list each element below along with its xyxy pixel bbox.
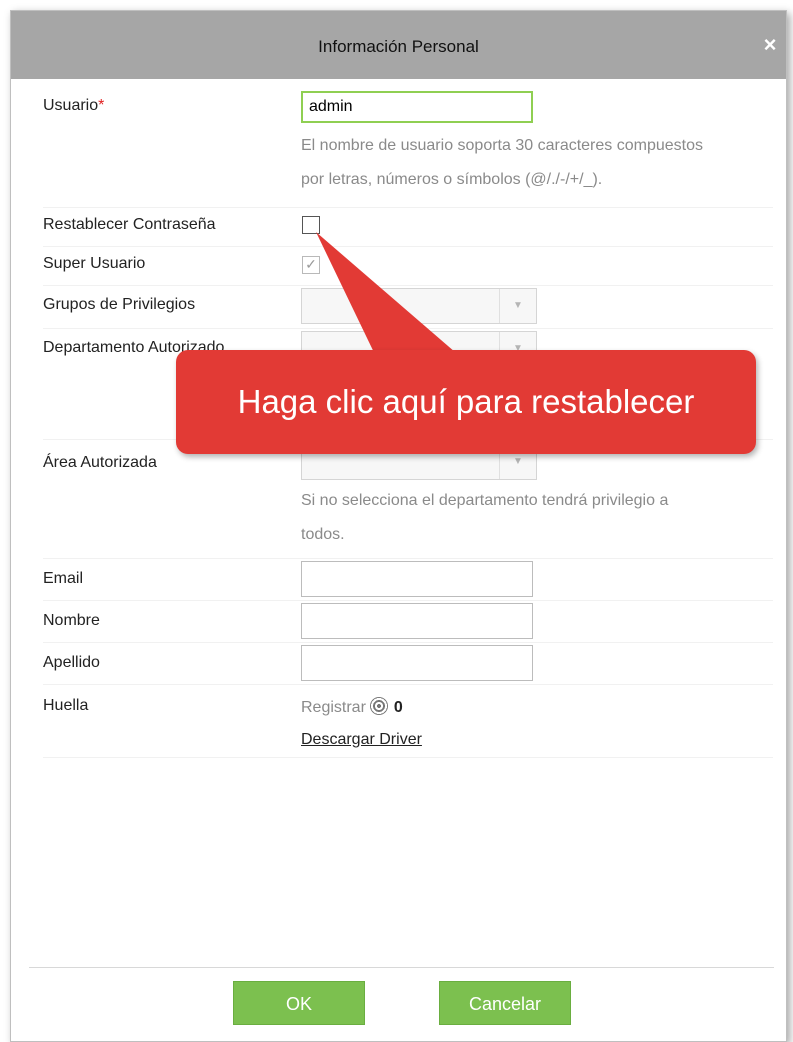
required-marker: * — [98, 97, 105, 114]
huella-row: Huella Registrar 0 Descargar Driver — [43, 685, 773, 758]
personal-info-dialog: Información Personal × Usuario* El nombr… — [10, 10, 787, 1042]
cancel-button[interactable]: Cancelar — [439, 981, 571, 1025]
super-usuario-row: Super Usuario ✓ — [43, 247, 773, 286]
huella-register[interactable]: Registrar 0 — [301, 697, 403, 717]
restablecer-label: Restablecer Contraseña — [43, 216, 216, 233]
area-row: Área Autorizada ▼ Si no selecciona el de… — [43, 440, 773, 559]
area-label: Área Autorizada — [43, 454, 157, 471]
register-text[interactable]: Registrar — [301, 699, 366, 716]
super-usuario-checkbox[interactable]: ✓ — [302, 256, 320, 274]
ok-button[interactable]: OK — [233, 981, 365, 1025]
nombre-label: Nombre — [43, 612, 100, 629]
usuario-row: Usuario* El nombre de usuario soporta 30… — [43, 87, 773, 208]
email-field[interactable] — [301, 561, 533, 597]
grupos-row: Grupos de Privilegios ▼ — [43, 286, 773, 329]
restablecer-row: Restablecer Contraseña — [43, 208, 773, 247]
apellido-label: Apellido — [43, 654, 100, 671]
usuario-hint-line1: El nombre de usuario soporta 30 caracter… — [301, 137, 703, 154]
email-row: Email — [43, 559, 773, 601]
reset-callout: Haga clic aquí para restablecer — [176, 350, 756, 454]
grupos-label: Grupos de Privilegios — [43, 296, 196, 313]
checkmark-icon: ✓ — [305, 256, 317, 272]
area-hint-line2: todos. — [301, 526, 345, 543]
chevron-down-icon: ▼ — [499, 289, 536, 323]
fingerprint-icon — [369, 697, 388, 715]
dialog-titlebar: Información Personal × — [11, 11, 786, 79]
huella-label: Huella — [43, 697, 89, 714]
apellido-field[interactable] — [301, 645, 533, 681]
apellido-row: Apellido — [43, 643, 773, 685]
super-usuario-label: Super Usuario — [43, 255, 146, 272]
footer-divider — [29, 967, 774, 968]
download-driver-link[interactable]: Descargar Driver — [301, 731, 422, 749]
close-icon[interactable]: × — [758, 33, 782, 57]
nombre-row: Nombre — [43, 601, 773, 643]
grupos-select[interactable]: ▼ — [301, 288, 537, 324]
area-hint-line1: Si no selecciona el departamento tendrá … — [301, 492, 669, 509]
usuario-label: Usuario* — [43, 97, 105, 114]
restablecer-checkbox[interactable] — [302, 216, 320, 234]
dialog-title: Información Personal — [318, 37, 479, 56]
usuario-hint-line2: por letras, números o símbolos (@/./-/+/… — [301, 171, 603, 188]
usuario-input[interactable] — [301, 91, 533, 123]
fingerprint-count: 0 — [393, 699, 403, 716]
nombre-field[interactable] — [301, 603, 533, 639]
email-label: Email — [43, 570, 84, 587]
